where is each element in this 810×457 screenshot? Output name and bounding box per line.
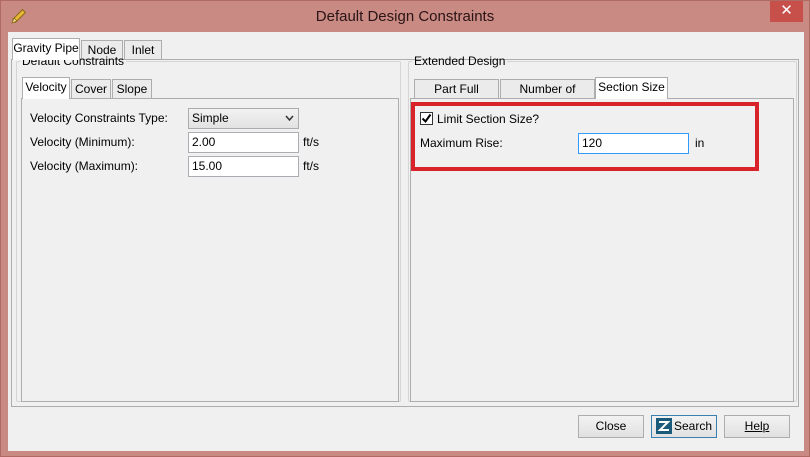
window-title: Default Design Constraints: [315, 8, 495, 25]
tab-slope[interactable]: Slope: [112, 79, 152, 99]
dialog-client-area: Gravity Pipe Node Inlet Default Constrai…: [8, 32, 804, 451]
extended-design-legend: Extended Design: [414, 54, 506, 68]
velocity-max-input[interactable]: 15.00: [188, 156, 299, 177]
search-button[interactable]: Search: [651, 415, 717, 438]
tab-number-of-barrels[interactable]: Number of Barrels: [500, 79, 595, 114]
velocity-type-value: Simple: [192, 111, 229, 125]
chevron-down-icon: [285, 109, 294, 134]
velocity-min-unit: ft/s: [303, 135, 320, 149]
tab-part-full-design[interactable]: Part Full Design: [414, 79, 499, 114]
tab-section-size[interactable]: Section Size: [595, 77, 668, 99]
tab-gravity-pipe[interactable]: Gravity Pipe: [12, 38, 80, 60]
velocity-min-input[interactable]: 2.00: [188, 132, 299, 153]
help-button[interactable]: Help: [724, 415, 790, 438]
close-window-button[interactable]: ✕: [770, 1, 803, 22]
velocity-type-label: Velocity Constraints Type:: [30, 111, 168, 125]
search-icon: [656, 418, 672, 441]
highlight-box: [411, 102, 759, 171]
tab-cover[interactable]: Cover: [71, 79, 111, 99]
gravity-pipe-panel: Default Constraints Velocity Cover Slope…: [11, 54, 799, 407]
search-button-label: Search: [674, 419, 713, 433]
velocity-min-label: Velocity (Minimum):: [30, 135, 135, 149]
close-button[interactable]: Close: [578, 415, 644, 438]
velocity-type-select[interactable]: Simple: [188, 108, 299, 129]
velocity-max-unit: ft/s: [303, 159, 320, 173]
tab-velocity[interactable]: Velocity: [22, 77, 70, 99]
title-bar[interactable]: Default Design Constraints ✕: [1, 1, 809, 31]
velocity-panel: Velocity Constraints Type: Simple Veloci…: [21, 98, 399, 402]
velocity-max-label: Velocity (Maximum):: [30, 159, 139, 173]
dialog-window: Default Design Constraints ✕ Gravity Pip…: [0, 0, 810, 457]
